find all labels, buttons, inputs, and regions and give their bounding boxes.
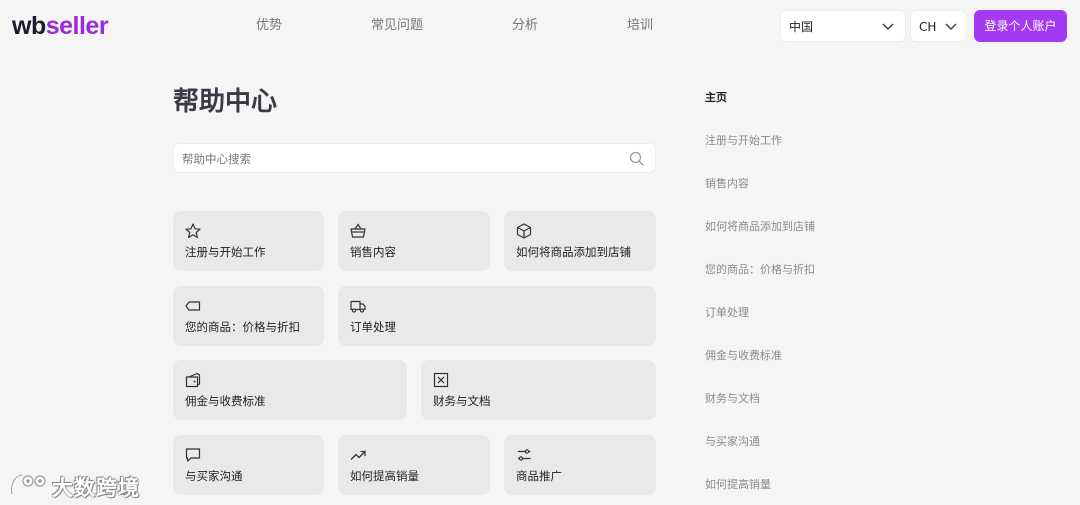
search-input[interactable] xyxy=(182,150,602,168)
right-nav-finance[interactable]: 财务与文档 xyxy=(705,391,760,407)
card-label: 商品推广 xyxy=(516,469,562,483)
tag-icon xyxy=(185,301,201,311)
right-nav-sales-content[interactable]: 销售内容 xyxy=(705,176,749,192)
nav-faq[interactable]: 常见问题 xyxy=(371,17,423,35)
category-card-increase-sales[interactable]: 如何提高销量 xyxy=(338,435,490,495)
document-icon xyxy=(433,372,449,388)
page-title: 帮助中心 xyxy=(173,87,278,117)
right-nav-increase-sales[interactable]: 如何提高销量 xyxy=(705,477,771,493)
promo-icon xyxy=(518,449,531,461)
chevron-down-icon xyxy=(945,23,957,31)
top-header: wbseller 优势 常见问题 分析 培训 中国 CH 登录个人账户 xyxy=(0,0,1080,52)
language-select[interactable]: CH xyxy=(910,10,967,42)
nav-advantages[interactable]: 优势 xyxy=(256,17,282,35)
category-card-prices[interactable]: 您的商品：价格与折扣 xyxy=(173,286,324,346)
category-card-communication[interactable]: 与买家沟通 xyxy=(173,435,324,495)
watermark-text: 大数跨境 xyxy=(52,476,140,500)
category-card-orders[interactable]: 订单处理 xyxy=(338,286,656,346)
right-nav-communication[interactable]: 与买家沟通 xyxy=(705,434,760,450)
right-nav-orders[interactable]: 订单处理 xyxy=(705,305,749,321)
chevron-down-icon xyxy=(882,23,894,31)
nav-training[interactable]: 培训 xyxy=(627,17,653,35)
chat-icon xyxy=(185,448,201,462)
logo-wb: wb xyxy=(12,12,46,40)
card-label: 您的商品：价格与折扣 xyxy=(185,320,300,334)
country-value: 中国 xyxy=(789,20,814,34)
card-label: 注册与开始工作 xyxy=(185,245,266,259)
wbseller-logo[interactable]: wbseller xyxy=(12,12,109,40)
card-label: 如何将商品添加到店铺 xyxy=(516,245,631,259)
trend-up-icon xyxy=(350,450,366,460)
category-card-finance[interactable]: 财务与文档 xyxy=(421,360,656,420)
right-nav-commissions[interactable]: 佣金与收费标准 xyxy=(705,348,782,364)
watermark: 大数跨境 xyxy=(8,470,139,500)
card-label: 与买家沟通 xyxy=(185,469,243,483)
star-icon xyxy=(185,223,201,239)
right-nav-prices[interactable]: 您的商品：价格与折扣 xyxy=(705,262,815,278)
category-card-registration[interactable]: 注册与开始工作 xyxy=(173,211,324,271)
category-card-commissions[interactable]: 佣金与收费标准 xyxy=(173,360,407,420)
country-select[interactable]: 中国 xyxy=(780,10,906,42)
category-card-promotion[interactable]: 商品推广 xyxy=(504,435,656,495)
watermark-logo-icon xyxy=(10,473,46,496)
wallet-icon xyxy=(185,372,201,388)
right-nav-registration[interactable]: 注册与开始工作 xyxy=(705,133,782,149)
nav-analytics[interactable]: 分析 xyxy=(512,17,538,35)
card-label: 如何提高销量 xyxy=(350,469,419,483)
basket-icon xyxy=(350,223,366,238)
logo-seller: seller xyxy=(45,12,109,40)
category-card-sales-content[interactable]: 销售内容 xyxy=(338,211,490,271)
card-label: 佣金与收费标准 xyxy=(185,394,266,408)
truck-icon xyxy=(350,300,366,313)
card-label: 销售内容 xyxy=(350,245,396,259)
box-icon xyxy=(516,223,532,239)
search-icon[interactable] xyxy=(629,151,645,167)
search-box xyxy=(173,143,656,173)
card-label: 财务与文档 xyxy=(433,394,491,408)
language-value: CH xyxy=(919,20,937,34)
right-nav-home[interactable]: 主页 xyxy=(705,90,727,106)
card-label: 订单处理 xyxy=(350,320,396,334)
right-nav-add-products[interactable]: 如何将商品添加到店铺 xyxy=(705,219,815,235)
login-button[interactable]: 登录个人账户 xyxy=(974,10,1067,42)
category-card-add-products[interactable]: 如何将商品添加到店铺 xyxy=(504,211,656,271)
